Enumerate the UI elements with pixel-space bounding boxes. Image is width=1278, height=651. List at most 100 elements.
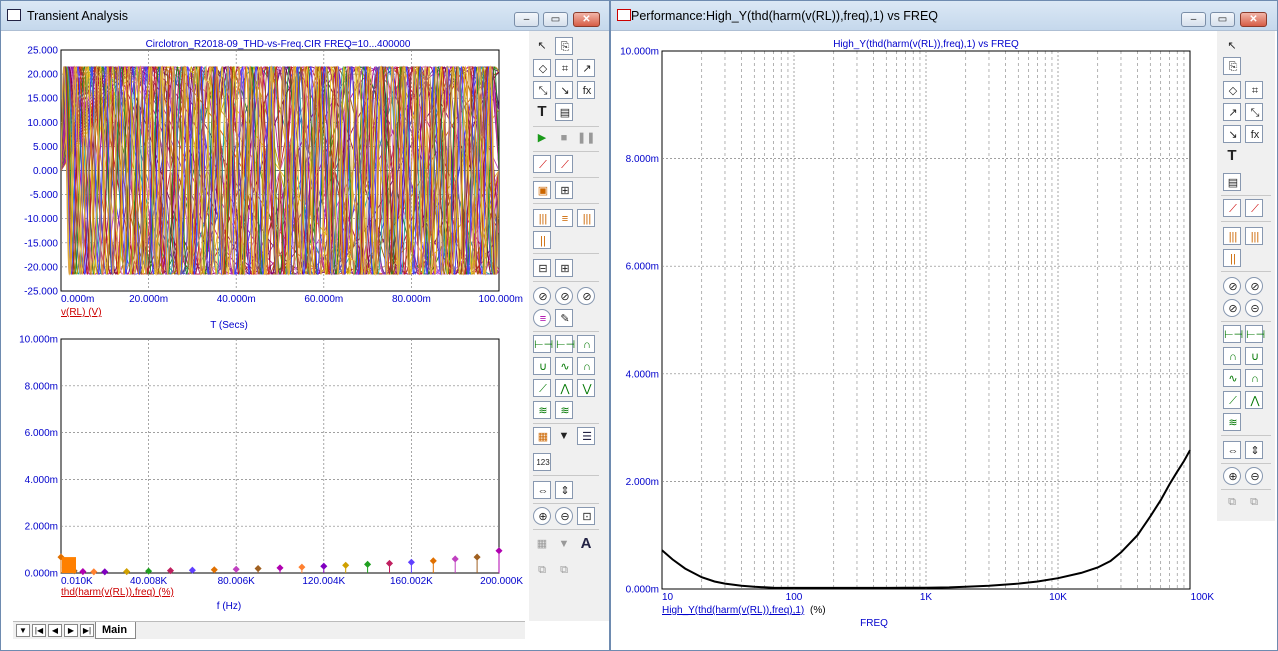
copy-button[interactable]: ⎘ [555,37,573,55]
r-select-mode-button[interactable]: ↖ [1223,37,1241,55]
r-show-x-button[interactable]: ⇔ [1223,441,1241,459]
r-point-tag-button[interactable]: ↗ [1223,103,1241,121]
performance-window[interactable]: Performance:High_Y(thd(harm(v(RL)),freq)… [610,0,1278,651]
grid-button[interactable]: ||| [577,209,595,227]
function-button[interactable]: fx [577,81,595,99]
ruler-button[interactable]: ≡ [555,209,573,227]
valley-button[interactable]: ⊢⊣ [555,335,575,353]
delete-curve-button[interactable]: ⟋ [555,155,573,173]
tab-next-icon[interactable]: ▶ [64,624,78,637]
show-x-button[interactable]: ⇔ [533,481,551,499]
go-to-y-button[interactable]: ☰ [577,427,595,445]
scale-mode-button[interactable]: ◇ [533,59,551,77]
scope-4-button[interactable]: ≡ [533,309,551,327]
font-button[interactable]: A [577,535,595,553]
r-minor-grid-button[interactable]: || [1223,249,1241,267]
right-close-button[interactable]: ✕ [1240,12,1267,27]
ungroup-button[interactable]: ⧉ [533,561,551,579]
global-low-button[interactable]: ⟋ [533,379,551,397]
right-title-bar[interactable]: Performance:High_Y(thd(harm(v(RL)),freq)… [611,1,1277,31]
left-minimize-button[interactable]: – [514,12,539,27]
stop-button[interactable]: ■ [555,129,573,147]
group-button[interactable]: ⧉ [555,561,573,579]
top-trace-label[interactable]: v(RL) (V) [61,307,102,318]
r-copy-button[interactable]: ⎘ [1223,57,1241,75]
tab-last-icon[interactable]: ▶| [80,624,94,637]
zoom-window-button[interactable]: ⊡ [577,507,595,525]
axis-button[interactable]: ⊟ [533,259,551,277]
horizontal-tag-button[interactable]: ⤡ [533,81,551,99]
r-scale-mode-button[interactable]: ◇ [1223,81,1241,99]
left-title-bar[interactable]: Transient Analysis – ▭ ✕ [1,1,609,31]
r-global-high-button[interactable]: ∩ [1245,369,1263,387]
vertical-tag-button[interactable]: ↘ [555,81,573,99]
r-scope-2-button[interactable]: ⊘ [1245,277,1263,295]
properties-button[interactable]: ▤ [555,103,573,121]
r-high-button[interactable]: ∩ [1223,347,1241,365]
left-restore-button[interactable]: ▭ [543,12,568,27]
r-valley-button[interactable]: ⊢⊣ [1245,325,1265,343]
r-ungroup-button[interactable]: ⧉ [1223,493,1241,511]
left-close-button[interactable]: ✕ [573,12,600,27]
go-to-x-button[interactable]: ▦ [533,427,551,445]
layout-dropdown[interactable]: ▼ [555,535,573,553]
r-vertical-tag-button[interactable]: ↘ [1223,125,1241,143]
r-peak-button[interactable]: ⊢⊣ [1223,325,1243,343]
numeric-output-button[interactable]: 123 [533,453,551,471]
tab-main[interactable]: Main [95,622,137,639]
crosshair-button[interactable]: ⊞ [555,259,573,277]
pause-button[interactable]: ❚❚ [577,129,595,147]
r-zoom-out-button[interactable]: ⊖ [1245,467,1263,485]
select-mode-button[interactable]: ↖ [533,37,551,55]
global-high-button[interactable]: ∩ [577,357,595,375]
r-stack-plots-button[interactable]: ||| [1223,227,1241,245]
zoom-in-button[interactable]: ⊕ [533,507,551,525]
slope-button[interactable]: ≋ [533,401,551,419]
minor-grid-button[interactable]: || [533,231,551,249]
slope-2-button[interactable]: ≋ [555,401,573,419]
r-cursor-mode-button[interactable]: ⌗ [1245,81,1263,99]
low-button[interactable]: ∪ [533,357,551,375]
bottom-trace-label[interactable]: thd(harm(v(RL)),freq) (%) [61,587,174,598]
r-horizontal-tag-button[interactable]: ⤡ [1245,103,1263,121]
zoom-out-button[interactable]: ⊖ [555,507,573,525]
r-scope-4-button[interactable]: ⊝ [1245,299,1263,317]
r-grid-button[interactable]: ||| [1245,227,1263,245]
scope-2-button[interactable]: ⊘ [555,287,573,305]
r-delete-curve-button[interactable]: ⟋ [1245,199,1263,217]
tab-dropdown-icon[interactable]: ▼ [16,624,30,637]
right-restore-button[interactable]: ▭ [1210,12,1235,27]
peak-button[interactable]: ⊢⊣ [533,335,553,353]
layout-button[interactable]: ▦ [533,535,551,553]
r-slope-button[interactable]: ≋ [1223,413,1241,431]
high-button[interactable]: ∩ [577,335,595,353]
bottom-button[interactable]: ⋁ [577,379,595,397]
cursor-mode-button[interactable]: ⌗ [555,59,573,77]
tab-prev-icon[interactable]: ◀ [48,624,62,637]
r-scope-1-button[interactable]: ⊘ [1223,277,1241,295]
show-y-button[interactable]: ⇕ [555,481,573,499]
r-top-button[interactable]: ⋀ [1245,391,1263,409]
data-points-button[interactable]: ▣ [533,181,551,199]
r-function-button[interactable]: fx [1245,125,1263,143]
scope-3-button[interactable]: ⊘ [577,287,595,305]
add-curve-button[interactable]: ⟋ [533,155,551,173]
right-minimize-button[interactable]: – [1181,12,1206,27]
point-tag-button[interactable]: ↗ [577,59,595,77]
transient-analysis-window[interactable]: Transient Analysis – ▭ ✕ Circlotron_R201… [0,0,610,651]
tokens-button[interactable]: ⊞ [555,181,573,199]
top-button[interactable]: ⋀ [555,379,573,397]
r-show-y-button[interactable]: ⇕ [1245,441,1263,459]
inflection-button[interactable]: ∿ [555,357,573,375]
r-scope-3-button[interactable]: ⊘ [1223,299,1241,317]
r-properties-button[interactable]: ▤ [1223,173,1241,191]
r-low-button[interactable]: ∪ [1245,347,1263,365]
r-global-low-button[interactable]: ⟋ [1223,391,1241,409]
scope-1-button[interactable]: ⊘ [533,287,551,305]
performance-plot[interactable]: High_Y(thd(harm(v(RL)),freq),1) vs FREQ … [611,31,1215,641]
r-inflection-button[interactable]: ∿ [1223,369,1241,387]
text-tool-button[interactable]: T [533,103,551,121]
scope-5-button[interactable]: ✎ [555,309,573,327]
run-button[interactable]: ▶ [533,129,551,147]
r-add-curve-button[interactable]: ⟋ [1223,199,1241,217]
